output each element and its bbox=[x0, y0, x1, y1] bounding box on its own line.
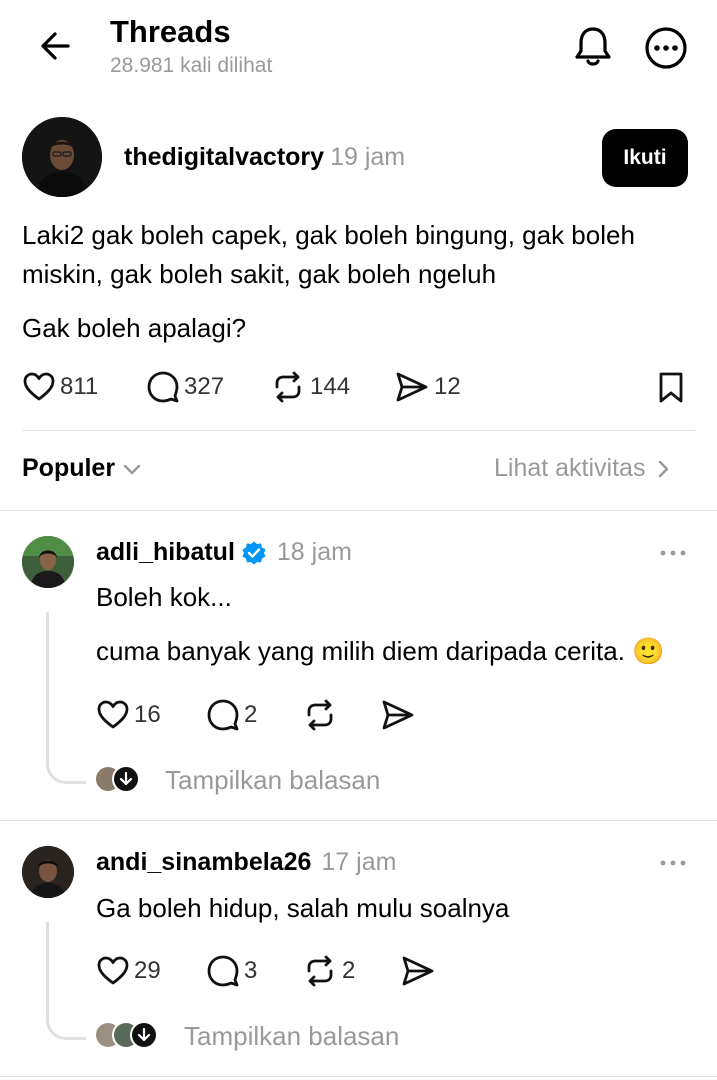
repost-count: 2 bbox=[342, 957, 356, 984]
reply-share-button[interactable] bbox=[400, 954, 440, 988]
post-text-line: Laki2 gak boleh capek, gak boleh bingung… bbox=[22, 220, 635, 250]
send-icon bbox=[382, 700, 414, 730]
reply-like-button[interactable]: 16 bbox=[96, 698, 161, 732]
reply-more-icon[interactable] bbox=[659, 549, 687, 557]
post-author[interactable]: thedigitalvactory 19 jam bbox=[124, 143, 405, 172]
back-arrow-icon[interactable] bbox=[36, 26, 76, 66]
reply-avatars-stack bbox=[94, 765, 154, 797]
comment-button[interactable]: 327 bbox=[146, 370, 224, 404]
repost-icon bbox=[307, 955, 333, 987]
show-replies-link[interactable]: Tampilkan balasan bbox=[184, 1021, 399, 1052]
reply-repost-button[interactable]: 2 bbox=[302, 954, 355, 988]
reply-more-icon[interactable] bbox=[659, 859, 687, 867]
post-author-avatar[interactable] bbox=[22, 117, 102, 197]
thread-line bbox=[46, 612, 86, 784]
like-button[interactable]: 811 bbox=[22, 370, 98, 404]
divider bbox=[22, 430, 695, 431]
reply-header: adli_hibatul 18 jam bbox=[96, 538, 352, 567]
arrow-down-icon bbox=[130, 1021, 158, 1049]
reply-username[interactable]: adli_hibatul bbox=[96, 538, 235, 567]
reply-username[interactable]: andi_sinambela26 bbox=[96, 848, 311, 877]
repost-icon bbox=[275, 371, 301, 403]
like-count: 29 bbox=[134, 957, 161, 984]
more-options-icon[interactable] bbox=[642, 24, 690, 72]
heart-icon bbox=[23, 372, 55, 401]
repost-icon bbox=[307, 699, 333, 731]
verified-badge-icon bbox=[242, 541, 266, 564]
comment-icon bbox=[207, 955, 239, 987]
repost-count: 144 bbox=[310, 373, 351, 400]
bookmark-icon[interactable] bbox=[656, 370, 686, 404]
view-activity-label: Lihat aktivitas bbox=[494, 454, 646, 482]
heart-icon bbox=[97, 956, 129, 985]
show-replies-link[interactable]: Tampilkan balasan bbox=[165, 765, 380, 796]
sort-dropdown[interactable]: Populer bbox=[22, 454, 143, 483]
heart-icon bbox=[97, 700, 129, 729]
reply-repost-button[interactable] bbox=[302, 698, 342, 732]
reply-text: Ga boleh hidup, salah mulu soalnya bbox=[96, 893, 510, 923]
page-title: Threads bbox=[110, 14, 231, 49]
bell-icon[interactable] bbox=[568, 22, 618, 72]
comment-icon bbox=[207, 699, 239, 731]
post-text-paragraph: Gak boleh apalagi? bbox=[22, 313, 247, 343]
reply-text: cuma banyak yang milih diem daripada cer… bbox=[96, 636, 665, 666]
like-count: 811 bbox=[60, 373, 99, 400]
share-button[interactable]: 12 bbox=[394, 370, 461, 404]
like-count: 16 bbox=[134, 701, 161, 728]
post-text-line: miskin, gak boleh sakit, gak boleh ngelu… bbox=[22, 259, 497, 289]
reply-time: 17 jam bbox=[321, 848, 397, 876]
reply-share-button[interactable] bbox=[380, 698, 420, 732]
view-count: 28.981 kali dilihat bbox=[110, 54, 273, 77]
reply-time: 18 jam bbox=[276, 538, 352, 566]
arrow-down-icon bbox=[112, 765, 140, 793]
comment-icon bbox=[147, 371, 179, 403]
comment-count: 327 bbox=[184, 373, 225, 400]
comment-count: 3 bbox=[244, 957, 258, 984]
sort-label: Populer bbox=[22, 454, 116, 482]
chevron-right-icon bbox=[659, 460, 669, 477]
reply-text: Boleh kok... bbox=[96, 582, 232, 612]
divider bbox=[0, 820, 717, 821]
share-count: 12 bbox=[434, 373, 461, 400]
post-body: Laki2 gak boleh capek, gak boleh bingung… bbox=[22, 216, 702, 294]
comment-count: 2 bbox=[244, 701, 258, 728]
post-time: 19 jam bbox=[330, 143, 406, 171]
repost-button[interactable]: 144 bbox=[270, 370, 350, 404]
reply-comment-button[interactable]: 3 bbox=[206, 954, 257, 988]
divider bbox=[0, 510, 717, 511]
divider bbox=[0, 1076, 717, 1077]
reply-header: andi_sinambela26 17 jam bbox=[96, 848, 396, 877]
reply-avatar[interactable] bbox=[22, 846, 74, 898]
reply-avatar[interactable] bbox=[22, 536, 74, 588]
send-icon bbox=[396, 372, 428, 402]
thread-line bbox=[46, 922, 86, 1040]
reply-like-button[interactable]: 29 bbox=[96, 954, 161, 988]
send-icon bbox=[402, 956, 434, 986]
follow-button[interactable]: Ikuti bbox=[602, 129, 688, 187]
reply-avatars-stack bbox=[94, 1021, 164, 1053]
view-activity-link[interactable]: Lihat aktivitas bbox=[494, 454, 671, 483]
post-username[interactable]: thedigitalvactory bbox=[124, 143, 324, 171]
reply-comment-button[interactable]: 2 bbox=[206, 698, 257, 732]
chevron-down-icon bbox=[123, 464, 141, 474]
